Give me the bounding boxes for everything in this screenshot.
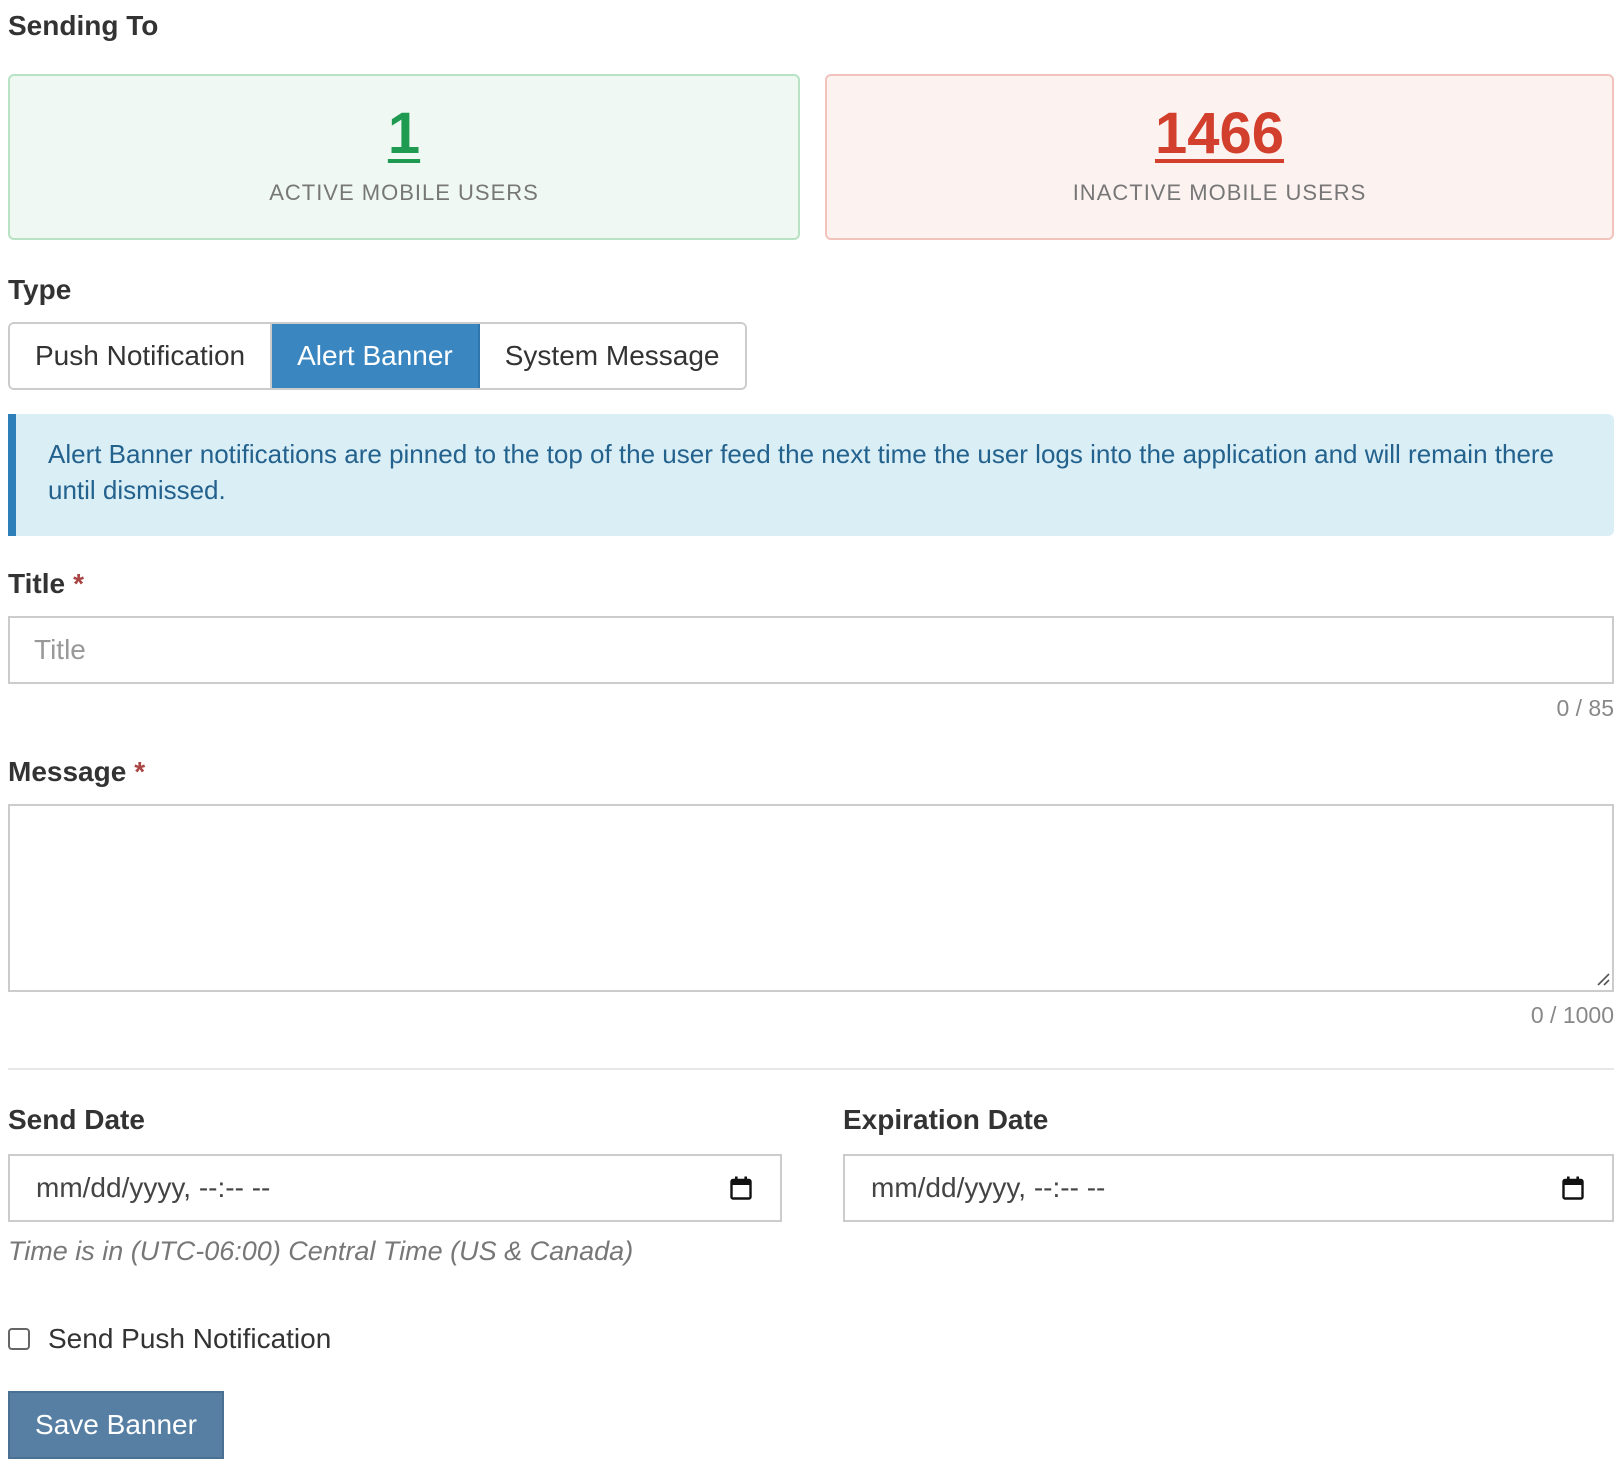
expiration-date-label: Expiration Date (843, 1104, 1049, 1135)
type-label: Type (8, 274, 72, 305)
send-date-placeholder: mm/dd/yyyy, --:-- -- (36, 1172, 271, 1203)
type-alert-banner-button[interactable]: Alert Banner (272, 324, 480, 388)
section-divider (8, 1068, 1614, 1070)
message-label-text: Message (8, 756, 127, 787)
inactive-users-count-link[interactable]: 1466 (827, 102, 1612, 166)
save-banner-button[interactable]: Save Banner (8, 1391, 224, 1459)
message-label: Message * (8, 758, 145, 786)
title-required-mark: * (73, 568, 84, 599)
inactive-users-caption: INACTIVE MOBILE USERS (1072, 180, 1367, 205)
type-push-notification-button[interactable]: Push Notification (10, 324, 273, 388)
title-label-text: Title (8, 568, 66, 599)
sending-to-label: Sending To (8, 10, 159, 41)
title-input[interactable] (8, 616, 1614, 684)
send-date-input[interactable]: mm/dd/yyyy, --:-- -- (8, 1154, 782, 1222)
calendar-icon[interactable] (1562, 1176, 1584, 1200)
message-textarea[interactable] (8, 804, 1614, 992)
message-required-mark: * (134, 756, 146, 787)
title-label: Title * (8, 570, 84, 598)
type-system-message-button[interactable]: System Message (479, 324, 745, 388)
inactive-users-card: 1466 INACTIVE MOBILE USERS (825, 74, 1614, 240)
alert-banner-info: Alert Banner notifications are pinned to… (8, 414, 1614, 536)
title-char-counter: 0 / 85 (1556, 695, 1614, 721)
timezone-hint: Time is in (UTC-06:00) Central Time (US … (8, 1236, 634, 1266)
calendar-icon[interactable] (730, 1176, 752, 1200)
expiration-date-placeholder: mm/dd/yyyy, --:-- -- (871, 1172, 1106, 1203)
active-users-caption: ACTIVE MOBILE USERS (269, 180, 539, 205)
send-push-notification-row[interactable]: Send Push Notification (8, 1323, 331, 1355)
resize-grip-icon[interactable] (1596, 972, 1610, 986)
expiration-date-input[interactable]: mm/dd/yyyy, --:-- -- (843, 1154, 1614, 1222)
active-users-count-link[interactable]: 1 (10, 102, 798, 166)
send-push-notification-label[interactable]: Send Push Notification (48, 1323, 331, 1355)
message-char-counter: 0 / 1000 (1530, 1002, 1614, 1028)
send-push-notification-checkbox[interactable] (8, 1328, 30, 1350)
send-date-label: Send Date (8, 1104, 145, 1135)
type-button-group: Push Notification Alert Banner System Me… (8, 322, 747, 390)
active-users-card: 1 ACTIVE MOBILE USERS (8, 74, 800, 240)
